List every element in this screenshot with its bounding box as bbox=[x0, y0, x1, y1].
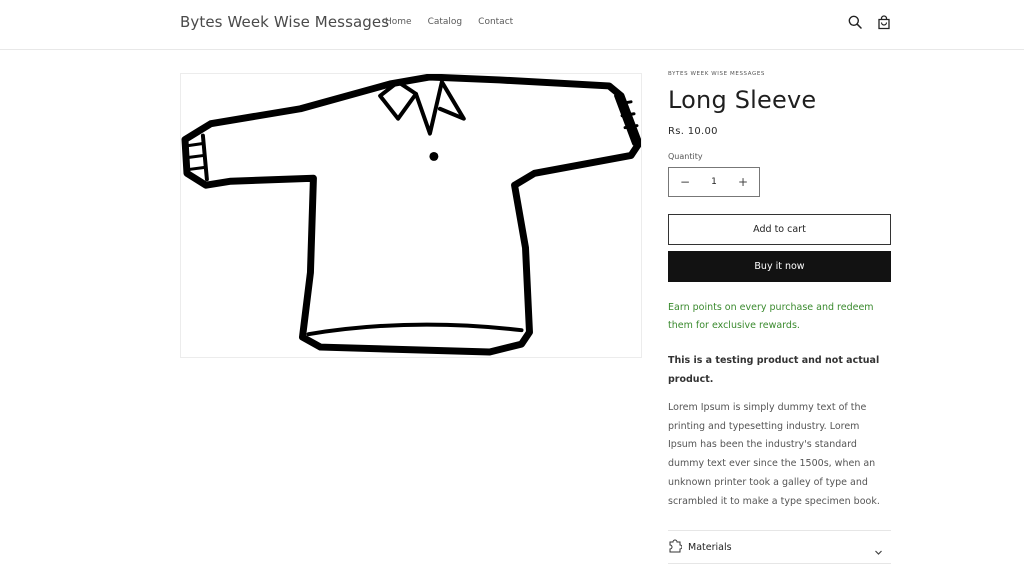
add-to-cart-button[interactable]: Add to cart bbox=[668, 214, 891, 245]
loyalty-points-text: Earn points on every purchase and redeem… bbox=[668, 302, 874, 331]
product-note: This is a testing product and not actual… bbox=[668, 355, 880, 385]
product-vendor: BYTES WEEK WISE MESSAGES bbox=[668, 71, 766, 77]
search-icon[interactable] bbox=[847, 13, 863, 31]
main-nav: Home Catalog Contact bbox=[385, 17, 513, 27]
site-header: Bytes Week Wise Messages Home Catalog Co… bbox=[0, 0, 1024, 50]
product-price: Rs. 10.00 bbox=[668, 126, 718, 137]
quantity-input[interactable]: 1 bbox=[711, 177, 717, 187]
accordion-label: Materials bbox=[688, 541, 732, 553]
materials-accordion[interactable]: Materials bbox=[668, 530, 891, 564]
nav-catalog-link[interactable]: Catalog bbox=[428, 17, 463, 27]
product-info: BYTES WEEK WISE MESSAGES Long Sleeve Rs.… bbox=[668, 71, 891, 511]
decrease-quantity-button[interactable]: − bbox=[679, 175, 691, 189]
product-description: Lorem Ipsum is simply dummy text of the … bbox=[668, 402, 880, 507]
site-brand[interactable]: Bytes Week Wise Messages bbox=[180, 13, 389, 31]
quantity-stepper: − 1 + bbox=[668, 167, 760, 197]
increase-quantity-button[interactable]: + bbox=[737, 175, 749, 189]
quantity-label: Quantity bbox=[668, 152, 703, 161]
nav-home-link[interactable]: Home bbox=[385, 17, 412, 27]
product-title: Long Sleeve bbox=[668, 86, 817, 114]
materials-icon bbox=[668, 538, 683, 557]
product-image[interactable] bbox=[180, 73, 642, 358]
buy-now-button[interactable]: Buy it now bbox=[668, 251, 891, 282]
nav-contact-link[interactable]: Contact bbox=[478, 17, 513, 27]
chevron-down-icon bbox=[874, 542, 883, 561]
long-sleeve-shirt-illustration bbox=[181, 74, 641, 356]
cart-icon[interactable] bbox=[876, 13, 892, 31]
